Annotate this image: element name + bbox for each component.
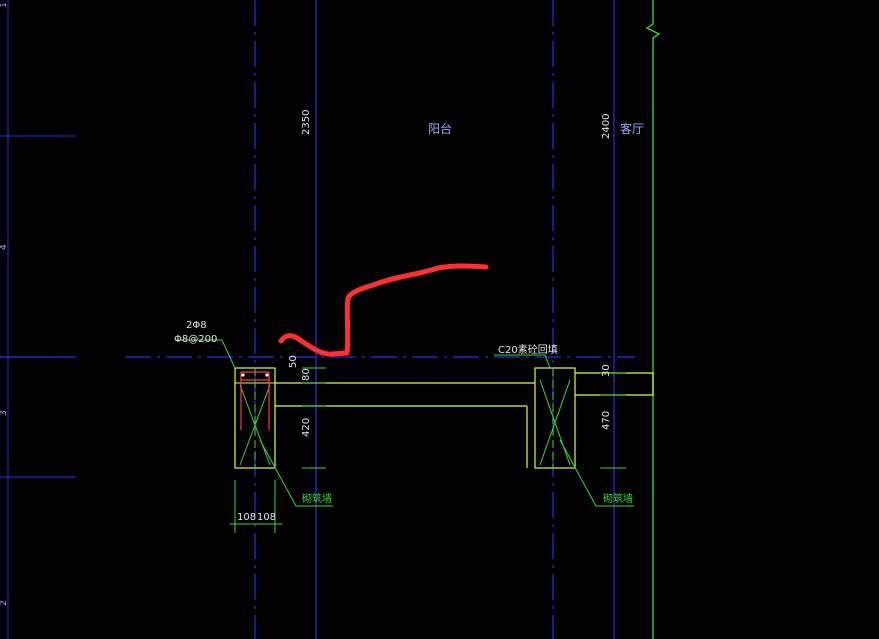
dim-108-a: 108 [237, 512, 256, 523]
concrete-note: C20素砼回填 [498, 343, 558, 356]
left-tick-label-2: 4 [0, 244, 9, 250]
rebar-top-note: 2Φ8 [186, 320, 207, 331]
dim-2400: 2400 [601, 114, 612, 139]
dim-420: 420 [301, 418, 312, 437]
rebar-dot-2 [265, 373, 269, 377]
right-wall-note: 砌筑墙 [603, 492, 633, 505]
dim-2350: 2350 [301, 110, 312, 135]
room-label-living: 客厅 [620, 121, 644, 136]
dim-108-b: 108 [257, 512, 276, 523]
left-tick-label-4: 2 [0, 600, 9, 606]
cad-drawing-canvas[interactable]: 1 4 3 2 阳台 客厅 2350 2400 50 80 420 30 470… [0, 0, 879, 639]
rebar-stirrup-note: Φ8@200 [174, 334, 217, 345]
dim-30: 30 [601, 364, 612, 377]
rebar-dot-1 [241, 373, 245, 377]
left-tick-label-3: 3 [0, 410, 9, 416]
dim-80: 80 [301, 368, 312, 381]
room-label-balcony: 阳台 [428, 121, 452, 136]
left-wall-note: 砌筑墙 [302, 492, 332, 505]
canvas-background [0, 0, 879, 639]
left-tick-label-1: 1 [0, 2, 9, 8]
dim-470: 470 [601, 411, 612, 430]
dim-50: 50 [288, 355, 299, 368]
